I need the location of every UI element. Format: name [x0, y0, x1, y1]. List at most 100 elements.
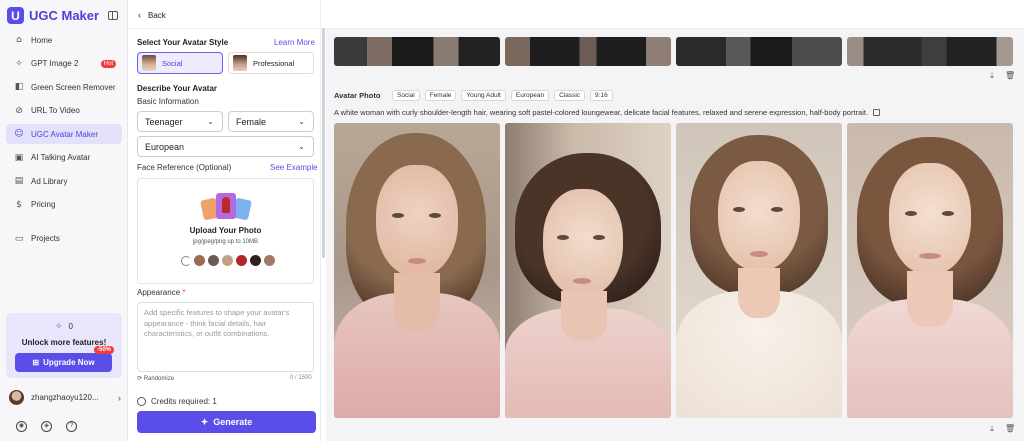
sample-faces	[181, 255, 275, 266]
sparkle-icon: ✧	[55, 321, 63, 331]
age-value: Teenager	[145, 116, 183, 127]
avatar-icon: ☺	[14, 129, 24, 139]
coin-icon	[137, 397, 146, 406]
sample-face[interactable]	[250, 255, 261, 266]
sample-face[interactable]	[236, 255, 247, 266]
style-option-social[interactable]: Social	[137, 52, 223, 74]
help-icon[interactable]: ?	[66, 421, 77, 432]
see-example-link[interactable]: See Example	[270, 163, 318, 172]
age-select[interactable]: Teenager ⌄	[137, 111, 223, 132]
sidebar-item-projects[interactable]: ▭ Projects	[6, 229, 122, 249]
back-button[interactable]: ‹ Back	[138, 10, 166, 20]
avatar-photo[interactable]	[847, 123, 1013, 418]
sidebar-item-green-screen-remover[interactable]: ◧ Green Screen Remover	[6, 77, 122, 97]
gift-icon: ⊞	[32, 358, 40, 367]
back-label: Back	[148, 10, 166, 20]
copy-icon[interactable]	[873, 109, 881, 116]
library-icon: ▤	[14, 176, 24, 186]
tag: Female	[424, 90, 457, 101]
sidebar-item-label: URL To Video	[31, 106, 80, 115]
describe-heading: Describe Your Avatar	[137, 84, 218, 93]
previous-result-image[interactable]	[847, 37, 1013, 66]
randomize-icon: ⟳	[137, 376, 143, 382]
chevron-right-icon: ›	[118, 392, 121, 403]
style-thumbnail	[142, 55, 156, 71]
sidebar-item-label: Pricing	[31, 200, 56, 209]
sample-face[interactable]	[194, 255, 205, 266]
tag: European	[510, 90, 550, 101]
sidebar-item-pricing[interactable]: $ Pricing	[6, 195, 122, 215]
previous-result-image[interactable]	[334, 37, 500, 66]
ethnicity-select[interactable]: European ⌄	[137, 136, 314, 157]
sidebar-item-label: UGC Avatar Maker	[31, 129, 98, 139]
trash-icon[interactable]: 🗑	[1005, 71, 1015, 80]
face-reference-label: Face Reference (Optional)	[137, 163, 232, 172]
download-icon[interactable]: ⤓	[988, 71, 996, 80]
sidebar-item-ugc-avatar-maker[interactable]: ☺ UGC Avatar Maker	[6, 124, 122, 144]
style-option-professional[interactable]: Professional	[228, 52, 314, 74]
sample-face[interactable]	[208, 255, 219, 266]
photo-upload-dropzone[interactable]: Upload Your Photo jpg/jpeg/png up to 10M…	[137, 178, 314, 284]
sidebar-item-url-to-video[interactable]: ⊘ URL To Video	[6, 101, 122, 121]
basic-info-label: Basic Information	[137, 97, 199, 106]
appearance-label: Appearance *	[137, 288, 186, 297]
panel-scrollbar[interactable]	[322, 28, 325, 258]
gender-value: Female	[236, 116, 267, 127]
upload-title: Upload Your Photo	[189, 226, 262, 235]
compass-icon[interactable]: ◈	[41, 421, 52, 432]
chevron-down-icon: ⌄	[298, 142, 305, 151]
credits-count: 0	[68, 322, 73, 331]
avatar-photo[interactable]	[505, 123, 671, 418]
discount-badge: -50%	[93, 346, 114, 354]
sidebar-item-label: Green Screen Remover	[31, 82, 116, 92]
tag: Young Adult	[461, 90, 506, 101]
sidebar-item-label: Ad Library	[31, 176, 68, 186]
folder-icon: ▭	[14, 233, 24, 244]
upgrade-label: Upgrade Now	[43, 358, 95, 367]
link-icon: ⊘	[15, 105, 23, 116]
app-name: UGC Maker	[29, 8, 100, 23]
sidebar-item-label: GPT Image 2	[31, 59, 79, 68]
discord-icon[interactable]: ◉	[16, 421, 27, 432]
sidebar-item-gpt-image-2[interactable]: ✧ GPT Image 2 Hot	[6, 54, 122, 74]
trash-icon[interactable]: 🗑	[1005, 424, 1015, 433]
chevron-left-icon: ‹	[138, 10, 141, 20]
upload-hint: jpg/jpeg/png up to 10MB	[192, 239, 259, 245]
collapse-sidebar-icon[interactable]	[108, 11, 118, 20]
hot-badge: Hot	[100, 59, 116, 68]
previous-result-image[interactable]	[676, 37, 842, 66]
avatar-photo[interactable]	[334, 123, 500, 418]
sidebar-item-ad-library[interactable]: ▤ Ad Library	[6, 171, 122, 191]
credits-row: ✧ 0	[6, 321, 122, 332]
sidebar-item-label: Home	[31, 35, 53, 45]
brand[interactable]: U UGC Maker	[7, 7, 99, 24]
previous-result-image[interactable]	[505, 37, 671, 66]
avatar-photo[interactable]	[676, 123, 842, 418]
results-gallery: ⤓ 🗑 Avatar Photo Social Female Young Adult…	[326, 29, 1024, 441]
sparkle-icon: ✧	[15, 58, 23, 69]
sidebar-item-ai-talking-avatar[interactable]: ▣ AI Talking Avatar	[6, 148, 122, 168]
prompt-description: A white woman with curly shoulder-length…	[334, 108, 881, 117]
credits-required: Credits required: 1	[137, 397, 217, 406]
tag: 9:16	[590, 90, 613, 101]
generate-button[interactable]: ✦ Generate	[137, 411, 316, 433]
tag-list: Social Female Young Adult European Classic 9:…	[392, 90, 613, 101]
gender-select[interactable]: Female ⌄	[228, 111, 314, 132]
style-thumbnail	[233, 55, 247, 71]
appearance-textarea[interactable]: Add specific features to shape your avat…	[137, 302, 314, 372]
user-menu[interactable]: zhangzhaoyu120... ›	[9, 390, 121, 405]
refresh-icon[interactable]	[181, 255, 191, 266]
sample-face[interactable]	[264, 255, 275, 266]
sidebar-item-label: Projects	[31, 234, 60, 243]
sidebar: U UGC Maker ⌂ Home ✧ GPT Image 2 Hot ◧ Green S…	[0, 0, 128, 441]
learn-more-link[interactable]: Learn More	[274, 38, 315, 47]
sidebar-item-home[interactable]: ⌂ Home	[6, 30, 122, 50]
upgrade-now-button[interactable]: ⊞ Upgrade Now -50%	[15, 346, 114, 372]
prompt-text: A white woman with curly shoulder-length…	[334, 108, 869, 117]
randomize-button[interactable]: ⟳ Randomize	[137, 375, 174, 382]
username: zhangzhaoyu120...	[31, 393, 99, 402]
sample-face[interactable]	[222, 255, 233, 266]
randomize-label: Randomize	[143, 376, 175, 382]
logo-icon: U	[7, 7, 24, 24]
download-icon[interactable]: ⤓	[988, 424, 996, 433]
